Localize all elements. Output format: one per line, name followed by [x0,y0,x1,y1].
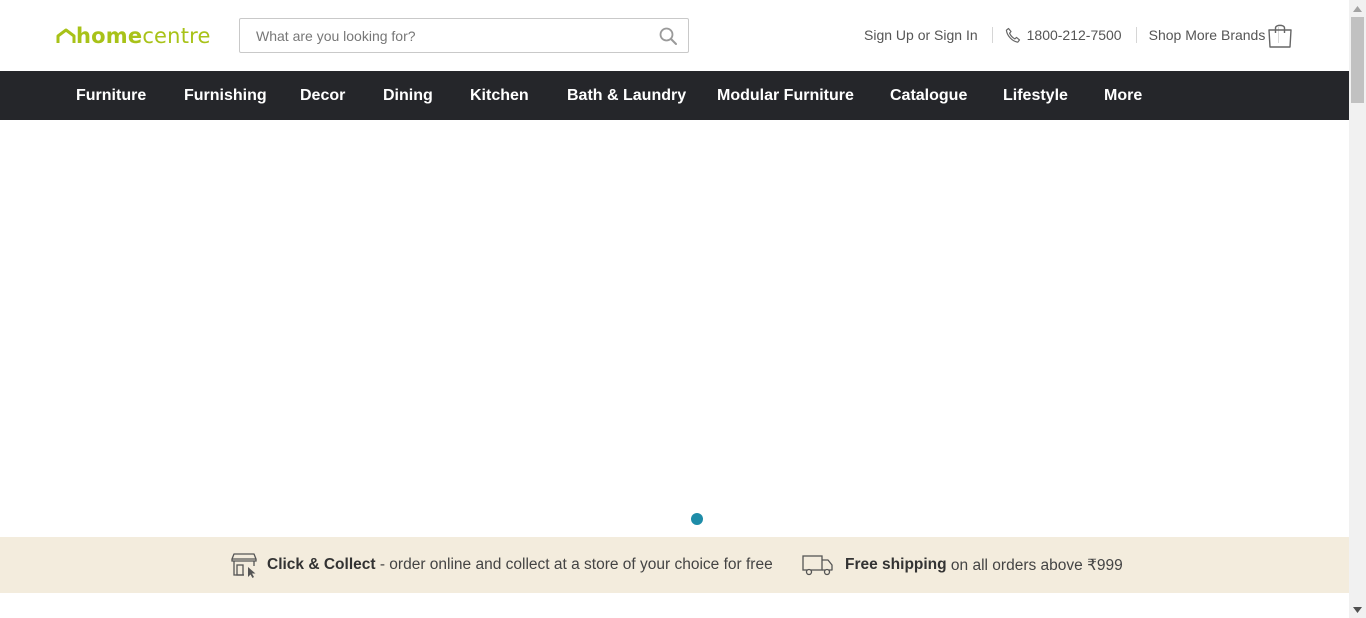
nav-item-dining[interactable]: Dining [383,71,433,120]
page: homecentre Sign Up or Sign In 1800-212-7… [0,0,1349,618]
nav-item-bath-laundry[interactable]: Bath & Laundry [567,71,686,120]
nav-item-modular-furniture[interactable]: Modular Furniture [717,71,854,120]
nav-item-decor[interactable]: Decor [300,71,345,120]
free-shipping-text: on all orders above ₹999 [946,556,1123,574]
header-links: Sign Up or Sign In 1800-212-7500 Shop Mo… [864,25,1280,45]
house-roof-icon [56,28,76,43]
search-box [239,18,689,53]
shop-more-brands-link[interactable]: Shop More Brands [1149,25,1266,45]
sign-in-link[interactable]: Sign Up or Sign In [864,25,978,45]
hero-carousel [0,120,1349,537]
nav-item-kitchen[interactable]: Kitchen [470,71,529,120]
logo-text: homecentre [76,24,211,48]
scroll-up-arrow-icon[interactable] [1349,0,1366,17]
click-collect-text: - order online and collect at a store of… [375,556,773,573]
divider [991,27,993,43]
benefits-strip: Click & Collect - order online and colle… [0,537,1349,593]
free-shipping-banner: Free shipping on all orders above ₹999 [802,537,1123,593]
nav-item-catalogue[interactable]: Catalogue [890,71,967,120]
carousel-dot-active[interactable] [691,513,703,525]
search-input[interactable] [240,19,650,52]
nav-item-furniture[interactable]: Furniture [76,71,146,120]
free-shipping-title: Free shipping [845,556,947,573]
nav-item-lifestyle[interactable]: Lifestyle [1003,71,1068,120]
click-collect-title: Click & Collect [267,556,376,573]
divider [1135,27,1137,43]
click-collect-banner: Click & Collect - order online and colle… [230,537,773,593]
phone-icon [1005,27,1020,43]
delivery-truck-icon [802,555,833,576]
nav-item-furnishing[interactable]: Furnishing [184,71,267,120]
scrollbar-thumb[interactable] [1351,17,1364,103]
site-header: homecentre Sign Up or Sign In 1800-212-7… [0,0,1349,71]
scroll-down-arrow-icon[interactable] [1349,601,1366,618]
phone-link[interactable]: 1800-212-7500 [1005,25,1122,45]
shopping-bag-icon[interactable] [1266,22,1294,48]
homecentre-logo[interactable]: homecentre [56,24,211,48]
vertical-scrollbar[interactable] [1349,0,1366,618]
nav-item-more[interactable]: More [1104,71,1142,120]
phone-number: 1800-212-7500 [1026,27,1122,43]
main-navigation: Furniture Furnishing Decor Dining Kitche… [0,71,1349,120]
store-click-icon [231,553,257,578]
search-icon[interactable] [658,26,678,46]
